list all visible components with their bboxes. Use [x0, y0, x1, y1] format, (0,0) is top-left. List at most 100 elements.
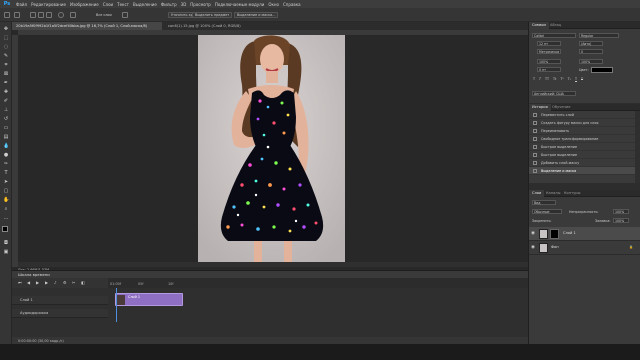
shape-tool-icon[interactable]: ▢ — [3, 188, 9, 194]
kerning-field[interactable]: Метрически — [537, 49, 561, 54]
brush-tool-icon[interactable]: ✐ — [3, 98, 9, 104]
menu-window[interactable]: Окно — [266, 2, 281, 7]
layer-row-selected[interactable]: ◉ Слой 1 — [529, 227, 640, 241]
document-image[interactable] — [198, 35, 345, 262]
play-icon[interactable]: ▶ — [36, 281, 40, 285]
tab-paragraph[interactable]: Абзац — [547, 22, 564, 29]
visibility-eye-icon[interactable]: ◉ — [531, 231, 536, 236]
eraser-tool-icon[interactable]: ▭ — [3, 125, 9, 131]
text-color-swatch[interactable] — [591, 67, 613, 73]
stamp-tool-icon[interactable]: ⊥ — [3, 107, 9, 113]
history-item[interactable]: Свободное трансформирование — [529, 135, 635, 143]
timeline-ruler[interactable]: 01:00f 05f 10f — [108, 278, 528, 288]
next-frame-icon[interactable]: ▶ — [45, 281, 49, 285]
tab-document-2[interactable]: con6(1).15.jpg @ 100% (Слой 0, RGB/8) — [164, 22, 274, 30]
zoom-tool-icon[interactable]: ⌕ — [3, 206, 9, 212]
font-family-select[interactable]: Calibri — [532, 33, 576, 38]
small-caps-icon[interactable]: Tt — [553, 77, 556, 83]
all-caps-icon[interactable]: TT — [545, 77, 549, 83]
move-tool-icon[interactable]: ✥ — [3, 26, 9, 32]
faux-bold-icon[interactable]: T — [533, 77, 535, 83]
transition-icon[interactable]: ◧ — [81, 281, 85, 285]
menu-3d[interactable]: 3D — [179, 2, 189, 7]
history-item[interactable]: Быстрое выделение — [529, 151, 635, 159]
strikethrough-icon[interactable]: T — [581, 77, 583, 83]
quick-mask-icon[interactable]: ◘ — [3, 240, 9, 246]
gradient-tool-icon[interactable]: ▤ — [3, 134, 9, 140]
history-brush-icon[interactable]: ↺ — [3, 116, 9, 122]
subscript-icon[interactable]: T₁ — [568, 77, 571, 83]
tab-history[interactable]: История — [529, 104, 551, 111]
history-item[interactable]: Быстрое выделение — [529, 143, 635, 151]
quick-select-tool-icon[interactable]: ✎ — [3, 53, 9, 59]
eyedropper-tool-icon[interactable]: ✒ — [3, 80, 9, 86]
hand-tool-icon[interactable]: ✋ — [3, 197, 9, 203]
menu-file[interactable]: Файл — [14, 2, 29, 7]
blur-tool-icon[interactable]: 💧 — [3, 143, 9, 149]
timeline-clip[interactable]: Слой 1 — [115, 293, 183, 306]
vertical-scale-field[interactable]: 100% — [537, 59, 561, 64]
brush-size-icon[interactable] — [58, 12, 64, 18]
quick-select-tool-icon[interactable] — [14, 12, 20, 18]
superscript-icon[interactable]: T¹ — [560, 77, 563, 83]
new-selection-icon[interactable] — [30, 12, 36, 18]
visibility-eye-icon[interactable]: ◉ — [531, 245, 536, 250]
tab-paths[interactable]: Контуры — [561, 190, 583, 197]
playhead[interactable] — [116, 288, 117, 322]
horizontal-scale-field[interactable]: 100% — [579, 59, 603, 64]
font-style-select[interactable]: Regular — [579, 33, 619, 38]
layer-row[interactable]: ◉ Фон 🔒 — [529, 241, 640, 255]
layer-mask-thumbnail[interactable] — [550, 229, 559, 239]
select-subject-button[interactable]: Выделить предмет — [192, 12, 233, 18]
home-icon[interactable] — [4, 12, 10, 18]
more-tools-icon[interactable]: … — [3, 215, 9, 221]
leading-field[interactable]: (Авто) — [579, 41, 603, 46]
auto-enhance-checkbox[interactable] — [122, 12, 128, 18]
sample-all-layers-label[interactable]: Все слои — [96, 13, 112, 17]
menu-select[interactable]: Выделение — [131, 2, 159, 7]
faux-italic-icon[interactable]: T — [539, 77, 541, 83]
first-frame-icon[interactable]: ⏮ — [18, 281, 22, 285]
split-icon[interactable]: ✂ — [72, 281, 76, 285]
menu-help[interactable]: Справка — [281, 2, 303, 7]
history-item[interactable]: Создать фигуру маски для слоя — [529, 119, 635, 127]
tracking-field[interactable]: 0 — [579, 49, 603, 54]
menu-type[interactable]: Текст — [115, 2, 131, 7]
audio-icon[interactable]: ♪ — [54, 281, 58, 285]
underline-icon[interactable]: T — [575, 77, 577, 83]
timeline-track-layer[interactable]: Слой 1 — [12, 296, 108, 305]
history-item[interactable]: Переименовать — [529, 127, 635, 135]
menu-layers[interactable]: Слои — [101, 2, 115, 7]
menu-edit[interactable]: Редактирование — [29, 2, 68, 7]
settings-gear-icon[interactable]: ⚙ — [63, 281, 67, 285]
select-and-mask-button[interactable]: Выделение и маска... — [234, 12, 279, 18]
blend-mode-select[interactable]: Обычные — [532, 209, 562, 214]
font-size-field[interactable]: 12 пт — [537, 41, 561, 46]
timeline-track-audio[interactable]: Аудиодорожка — [12, 309, 108, 318]
layer-filter-select[interactable]: Вид — [532, 200, 556, 205]
pen-tool-icon[interactable]: ✑ — [3, 161, 9, 167]
dodge-tool-icon[interactable]: ● — [3, 152, 9, 158]
subtract-selection-icon[interactable] — [46, 12, 52, 18]
marquee-tool-icon[interactable]: ⬚ — [3, 35, 9, 41]
menu-plugins[interactable]: Подключаемые модули — [213, 2, 267, 7]
baseline-shift-field[interactable]: 0 пт — [537, 67, 561, 72]
tab-learn[interactable]: Обучение — [549, 104, 573, 111]
prev-frame-icon[interactable]: ◀ — [27, 281, 31, 285]
add-selection-icon[interactable] — [38, 12, 44, 18]
history-item[interactable]: Переместить слой — [529, 111, 635, 119]
tab-document-1[interactable]: 20b19a5f0f992b1f1a5f2dcef40bba.jpg @ 16,… — [12, 22, 162, 30]
opacity-field[interactable]: 100% — [613, 209, 629, 214]
history-item-selected[interactable]: Выделение и маска — [529, 167, 635, 175]
menu-view[interactable]: Просмотр — [188, 2, 213, 7]
menu-filter[interactable]: Фильтр — [159, 2, 179, 7]
foreground-color-swatch[interactable] — [2, 226, 8, 232]
menu-image[interactable]: Изображение — [68, 2, 101, 7]
history-item[interactable]: Добавить слой-маску — [529, 159, 635, 167]
language-select[interactable]: Английский: США — [532, 91, 576, 96]
fill-field[interactable]: 100% — [613, 218, 629, 223]
healing-brush-icon[interactable]: ✚ — [3, 89, 9, 95]
path-select-icon[interactable]: ➤ — [3, 179, 9, 185]
crop-tool-icon[interactable]: ⌗ — [3, 62, 9, 68]
type-tool-icon[interactable]: T — [3, 170, 9, 176]
